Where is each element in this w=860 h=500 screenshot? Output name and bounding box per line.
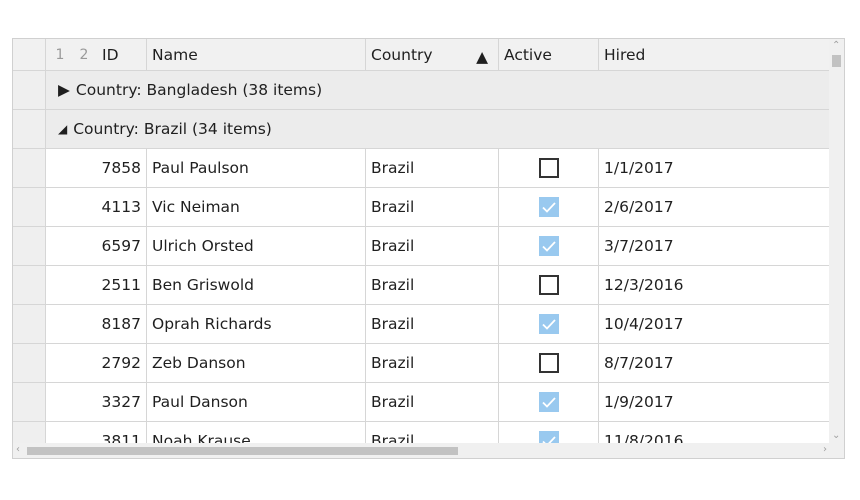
- cell-active[interactable]: [499, 149, 599, 187]
- row-selector[interactable]: [13, 383, 46, 421]
- cell-hired[interactable]: 2/6/2017: [599, 188, 830, 226]
- row-selector[interactable]: [13, 149, 46, 187]
- sort-ascending-icon: ▲: [476, 48, 488, 66]
- column-header-active-label: Active: [504, 45, 552, 64]
- row-selector[interactable]: [13, 344, 46, 382]
- column-header-row: 1 2 ID Name Country ▲ Active Hired: [13, 39, 830, 71]
- cell-id[interactable]: 2792: [46, 344, 147, 382]
- cell-country[interactable]: Brazil: [366, 227, 499, 265]
- table-row[interactable]: 6597 Ulrich Orsted Brazil 3/7/2017: [13, 227, 830, 266]
- cell-country[interactable]: Brazil: [366, 305, 499, 343]
- cell-active[interactable]: [499, 305, 599, 343]
- cell-name[interactable]: Oprah Richards: [147, 305, 366, 343]
- cell-id[interactable]: 6597: [46, 227, 147, 265]
- column-header-id-label: ID: [102, 45, 119, 64]
- active-checkbox[interactable]: [538, 314, 559, 334]
- collapse-arrow-icon[interactable]: ◢: [58, 122, 67, 136]
- group-level-1-button[interactable]: 1: [53, 39, 67, 70]
- column-header-id[interactable]: ID: [97, 39, 147, 70]
- data-grid[interactable]: 1 2 ID Name Country ▲ Active Hired ▶ Cou…: [12, 38, 845, 459]
- table-row[interactable]: 2511 Ben Griswold Brazil 12/3/2016: [13, 266, 830, 305]
- cell-active[interactable]: [499, 266, 599, 304]
- row-selector[interactable]: [13, 266, 46, 304]
- cell-hired[interactable]: 1/1/2017: [599, 149, 830, 187]
- group-header: ▶ Country: Bangladesh (38 items): [46, 71, 830, 109]
- cell-name[interactable]: Zeb Danson: [147, 344, 366, 382]
- column-header-hired-label: Hired: [604, 45, 646, 64]
- active-checkbox[interactable]: [538, 197, 559, 217]
- scroll-down-icon[interactable]: ⌄: [832, 431, 840, 441]
- table-row[interactable]: 8187 Oprah Richards Brazil 10/4/2017: [13, 305, 830, 344]
- checkmark-icon: [541, 318, 556, 330]
- column-header-country-label: Country: [371, 45, 433, 64]
- scrollbar-corner: [829, 443, 844, 458]
- cell-country[interactable]: Brazil: [366, 383, 499, 421]
- cell-name[interactable]: Ben Griswold: [147, 266, 366, 304]
- scroll-left-icon[interactable]: ‹: [16, 445, 20, 455]
- cell-country[interactable]: Brazil: [366, 266, 499, 304]
- cell-id[interactable]: 2511: [46, 266, 147, 304]
- row-selector[interactable]: [13, 227, 46, 265]
- cell-name[interactable]: Ulrich Orsted: [147, 227, 366, 265]
- checkmark-icon: [541, 396, 556, 408]
- active-checkbox[interactable]: [538, 158, 559, 178]
- cell-hired[interactable]: 12/3/2016: [599, 266, 830, 304]
- cell-name[interactable]: Paul Paulson: [147, 149, 366, 187]
- cell-country[interactable]: Brazil: [366, 344, 499, 382]
- cell-active[interactable]: [499, 383, 599, 421]
- cell-name[interactable]: Paul Danson: [147, 383, 366, 421]
- group-label: Country: Bangladesh (38 items): [75, 81, 323, 99]
- vertical-scrollbar[interactable]: ⌃ ⌄: [829, 39, 844, 443]
- table-row[interactable]: 7858 Paul Paulson Brazil 1/1/2017: [13, 149, 830, 188]
- cell-country[interactable]: Brazil: [366, 149, 499, 187]
- expand-arrow-icon[interactable]: ▶: [58, 81, 70, 99]
- column-header-name-label: Name: [152, 45, 198, 64]
- scroll-right-icon[interactable]: ›: [823, 445, 827, 455]
- checkmark-icon: [541, 240, 556, 252]
- cell-active[interactable]: [499, 344, 599, 382]
- group-label: Country: Brazil (34 items): [73, 120, 272, 138]
- cell-id[interactable]: 7858: [46, 149, 147, 187]
- active-checkbox[interactable]: [538, 236, 559, 256]
- cell-active[interactable]: [499, 227, 599, 265]
- table-row[interactable]: 4113 Vic Neiman Brazil 2/6/2017: [13, 188, 830, 227]
- cell-name[interactable]: Vic Neiman: [147, 188, 366, 226]
- active-checkbox[interactable]: [538, 275, 559, 295]
- active-checkbox[interactable]: [538, 353, 559, 373]
- row-selector[interactable]: [13, 110, 46, 148]
- cell-hired[interactable]: 1/9/2017: [599, 383, 830, 421]
- table-row[interactable]: 3327 Paul Danson Brazil 1/9/2017: [13, 383, 830, 422]
- group-row-bangladesh[interactable]: ▶ Country: Bangladesh (38 items): [13, 71, 830, 110]
- cell-active[interactable]: [499, 188, 599, 226]
- row-selector[interactable]: [13, 71, 46, 109]
- cell-hired[interactable]: 3/7/2017: [599, 227, 830, 265]
- column-header-country[interactable]: Country ▲: [366, 39, 499, 70]
- group-level-2-button[interactable]: 2: [77, 39, 91, 70]
- cell-id[interactable]: 4113: [46, 188, 147, 226]
- group-row-brazil[interactable]: ◢ Country: Brazil (34 items): [13, 110, 830, 149]
- cell-country[interactable]: Brazil: [366, 188, 499, 226]
- cell-hired[interactable]: 10/4/2017: [599, 305, 830, 343]
- cell-id[interactable]: 8187: [46, 305, 147, 343]
- vertical-scroll-thumb[interactable]: [832, 55, 841, 67]
- scroll-up-icon[interactable]: ⌃: [832, 41, 840, 51]
- active-checkbox[interactable]: [538, 392, 559, 412]
- column-header-name[interactable]: Name: [147, 39, 366, 70]
- checkmark-icon: [541, 201, 556, 213]
- column-header-hired[interactable]: Hired: [599, 39, 830, 70]
- row-selector[interactable]: [13, 305, 46, 343]
- cell-id[interactable]: 3327: [46, 383, 147, 421]
- group-header: ◢ Country: Brazil (34 items): [46, 110, 830, 148]
- horizontal-scrollbar[interactable]: ‹ ›: [13, 443, 830, 458]
- header-row-selector[interactable]: [13, 39, 46, 70]
- column-header-active[interactable]: Active: [499, 39, 599, 70]
- table-row[interactable]: 2792 Zeb Danson Brazil 8/7/2017: [13, 344, 830, 383]
- cell-hired[interactable]: 8/7/2017: [599, 344, 830, 382]
- horizontal-scroll-thumb[interactable]: [27, 447, 458, 455]
- row-selector[interactable]: [13, 188, 46, 226]
